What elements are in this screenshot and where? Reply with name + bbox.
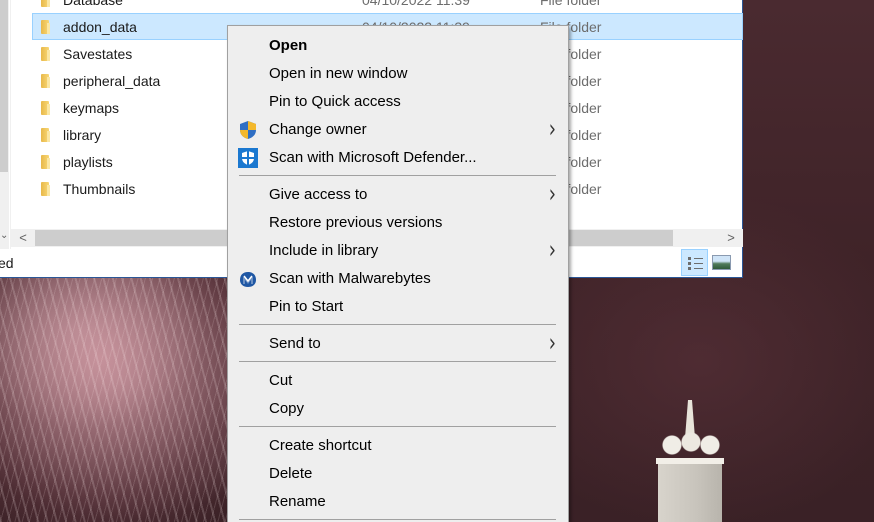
menu-item-copy[interactable]: Copy (228, 394, 568, 422)
chevron-right-icon: › (548, 235, 556, 266)
malwarebytes-icon (238, 269, 258, 289)
scroll-left-icon[interactable]: < (15, 229, 31, 247)
folder-icon (39, 154, 55, 169)
wallpaper-fireworks (0, 278, 230, 522)
context-menu: Open Open in new window Pin to Quick acces… (227, 25, 569, 522)
navigation-pane-scroll-down-icon[interactable]: ⌄ (0, 230, 10, 248)
menu-item-label: Scan with Microsoft Defender... (269, 148, 477, 166)
large-icons-view-button[interactable] (712, 255, 731, 270)
menu-item-label: Give access to (269, 185, 368, 203)
details-view-button[interactable] (681, 249, 708, 276)
menu-item-label: Pin to Quick access (269, 92, 401, 110)
menu-item-cut[interactable]: Cut (228, 366, 568, 394)
menu-item-pin-to-quick-access[interactable]: Pin to Quick access (228, 87, 568, 115)
menu-item-label: Cut (269, 371, 293, 389)
menu-item-label: Rename (269, 492, 326, 510)
folder-icon (39, 46, 55, 61)
pane-divider[interactable] (10, 0, 11, 250)
details-view-icon (688, 256, 703, 270)
menu-item-label: Open in new window (269, 64, 408, 82)
menu-item-delete[interactable]: Delete (228, 459, 568, 487)
menu-item-label: Restore previous versions (269, 213, 443, 231)
folder-icon (39, 19, 55, 34)
scroll-right-icon[interactable]: > (723, 229, 739, 247)
menu-item-open[interactable]: Open (228, 31, 568, 59)
menu-separator (228, 320, 568, 329)
uac-shield-icon (238, 120, 258, 140)
folder-icon (39, 73, 55, 88)
menu-separator (228, 422, 568, 431)
menu-item-pin-to-start[interactable]: Pin to Start (228, 292, 568, 320)
file-type: File folder (540, 0, 601, 8)
menu-item-label: Create shortcut (269, 436, 372, 454)
defender-shield-icon (238, 148, 258, 168)
menu-item-rename[interactable]: Rename (228, 487, 568, 515)
menu-item-label: Pin to Start (269, 297, 344, 315)
menu-item-label: Send to (269, 334, 321, 352)
file-date: 04/10/2022 11:39 (362, 0, 540, 8)
menu-item-give-access-to[interactable]: Give access to › (228, 179, 568, 210)
menu-item-scan-with-malwarebytes[interactable]: Scan with Malwarebytes (228, 264, 568, 292)
menu-item-scan-with-microsoft-defender[interactable]: Scan with Microsoft Defender... (228, 143, 568, 171)
menu-item-restore-previous-versions[interactable]: Restore previous versions (228, 208, 568, 236)
status-text: ed (0, 255, 14, 271)
chevron-right-icon: › (548, 328, 556, 359)
file-name: Database (63, 0, 362, 8)
menu-item-label: Scan with Malwarebytes (269, 269, 431, 287)
menu-separator (228, 515, 568, 522)
menu-item-label: Include in library (269, 241, 379, 259)
menu-item-label: Change owner (269, 120, 367, 138)
menu-item-label: Open (269, 36, 308, 54)
menu-item-label: Copy (269, 399, 305, 417)
folder-icon (39, 127, 55, 142)
menu-item-include-in-library[interactable]: Include in library › (228, 235, 568, 266)
chevron-right-icon: › (548, 179, 556, 210)
menu-separator (228, 171, 568, 180)
menu-separator (228, 357, 568, 366)
folder-icon (39, 0, 55, 7)
menu-item-send-to[interactable]: Send to › (228, 328, 568, 359)
wallpaper-tower (656, 400, 726, 522)
navigation-pane-scrollbar[interactable] (0, 0, 9, 250)
folder-icon (39, 100, 55, 115)
menu-item-open-in-new-window[interactable]: Open in new window (228, 59, 568, 87)
chevron-right-icon: › (548, 114, 556, 145)
navigation-pane-scroll-thumb[interactable] (0, 0, 8, 172)
menu-item-change-owner[interactable]: Change owner › (228, 114, 568, 145)
menu-item-create-shortcut[interactable]: Create shortcut (228, 431, 568, 459)
file-row[interactable]: Database04/10/2022 11:39File folder (32, 0, 743, 13)
menu-item-label: Delete (269, 464, 313, 482)
folder-icon (39, 181, 55, 196)
